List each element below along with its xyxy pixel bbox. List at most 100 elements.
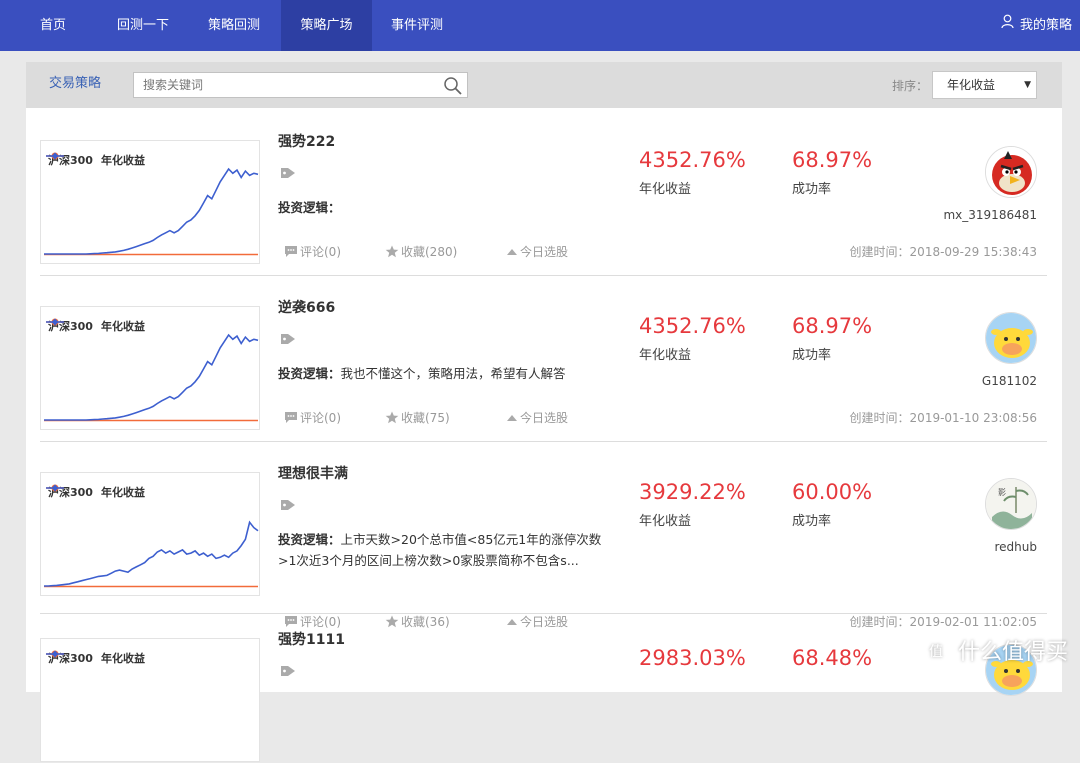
annual-return-line — [44, 520, 259, 587]
annual-return-label: 年化收益 — [639, 182, 692, 197]
today-pick-button[interactable]: 今日选股 — [506, 613, 568, 631]
caret-up-icon — [506, 413, 518, 427]
today-pick-label: 今日选股 — [520, 615, 569, 629]
card-divider — [40, 613, 1047, 614]
nav-event-eval[interactable]: 事件评测 — [391, 0, 443, 51]
annual-return-value: 4352.76% — [639, 314, 746, 338]
comments-label: 评论(0) — [300, 411, 341, 425]
smzdm-logo-icon: 值 — [922, 637, 950, 671]
tag-icon — [280, 332, 296, 349]
star-icon — [385, 615, 399, 631]
nav-backtest-once[interactable]: 回测一下 — [117, 0, 169, 51]
author-name[interactable]: redhub — [995, 540, 1038, 554]
logic-key: 投资逻辑： — [278, 200, 341, 215]
annual-return-value: 3929.22% — [639, 480, 746, 504]
strategy-chart[interactable]: 沪深300 年化收益 — [40, 472, 260, 596]
dropdown-arrow-icon: ▼ — [1024, 80, 1031, 90]
strategy-chart[interactable]: 沪深300 年化收益 — [40, 306, 260, 430]
created-time: 创建时间：2018-09-29 15:38:43 — [849, 245, 1037, 259]
strategy-name[interactable]: 理想很丰满 — [278, 463, 348, 483]
author-name[interactable]: mx_319186481 — [943, 208, 1037, 222]
caret-up-icon — [506, 247, 518, 261]
nav-user-label: 我的策略 — [1019, 18, 1072, 33]
top-nav: 首页 回测一下 策略回测 策略广场 事件评测 我的策略 — [0, 0, 1080, 51]
legend-annual-return: 年化收益 — [100, 486, 145, 499]
search-input[interactable] — [134, 73, 424, 97]
today-pick-button[interactable]: 今日选股 — [506, 243, 568, 261]
chart-legend: 沪深300 年化收益 — [46, 484, 151, 500]
strategy-name[interactable]: 逆袭666 — [278, 297, 335, 317]
favorite-button[interactable]: 收藏(280) — [385, 243, 457, 261]
search-box — [133, 72, 468, 98]
annual-return-line — [44, 167, 259, 255]
trading-strategies-title[interactable]: 交易策略 — [49, 62, 101, 106]
svg-text:影: 影 — [998, 487, 1006, 497]
favorites-label: 收藏(75) — [401, 411, 450, 425]
nav-strategy-backtest[interactable]: 策略回测 — [208, 0, 260, 51]
author-name[interactable]: G181102 — [982, 374, 1037, 388]
card-divider — [40, 441, 1047, 442]
nav-my-strategies[interactable]: 我的策略 — [1001, 0, 1072, 51]
author-avatar[interactable]: 影 — [985, 478, 1037, 530]
logic-key: 投资逻辑： — [278, 532, 341, 547]
watermark: 值 什么值得买 — [922, 634, 1068, 671]
chart-legend: 沪深300 年化收益 — [46, 152, 151, 168]
today-pick-label: 今日选股 — [520, 411, 569, 425]
author-avatar[interactable] — [985, 146, 1037, 198]
comments-label: 评论(0) — [300, 245, 341, 259]
tag-icon — [280, 166, 296, 183]
win-rate-label: 成功率 — [792, 182, 832, 197]
strategy-name[interactable]: 强势1111 — [278, 629, 345, 649]
nav-home[interactable]: 首页 — [40, 0, 66, 51]
star-icon — [385, 411, 399, 427]
legend-annual-return: 年化收益 — [100, 154, 145, 167]
tag-icon — [280, 498, 296, 515]
cartoon-cow-avatar-icon — [986, 313, 1036, 363]
legend-annual-return: 年化收益 — [100, 320, 145, 333]
favorites-label: 收藏(280) — [401, 245, 458, 259]
angry-bird-avatar-icon — [986, 147, 1036, 197]
investment-logic: 投资逻辑：上市天数>20个总市值<85亿元1年的涨停次数>1次近3个月的区间上榜… — [278, 529, 618, 571]
investment-logic: 投资逻辑： — [278, 197, 618, 218]
win-rate-value: 68.48% — [792, 646, 873, 670]
logic-text: 我也不懂这个，策略用法，希望有人解答 — [340, 366, 566, 381]
sort-select[interactable]: 年化收益 ▼ — [932, 71, 1037, 99]
strategy-chart[interactable]: 沪深300 年化收益 — [40, 638, 260, 762]
win-rate-value: 68.97% — [792, 148, 873, 172]
investment-logic: 投资逻辑：我也不懂这个，策略用法，希望有人解答 — [278, 363, 618, 384]
comments-button[interactable]: 评论(0) — [284, 243, 341, 261]
annual-return-value: 2983.03% — [639, 646, 746, 670]
win-rate-value: 60.00% — [792, 480, 873, 504]
comment-icon — [284, 245, 298, 261]
today-pick-button[interactable]: 今日选股 — [506, 409, 568, 427]
svg-text:值: 值 — [929, 644, 943, 660]
sort-label: 排序： — [892, 79, 929, 93]
comments-button[interactable]: 评论(0) — [284, 409, 341, 427]
chart-legend: 沪深300 年化收益 — [46, 318, 151, 334]
author-avatar[interactable] — [985, 312, 1037, 364]
annual-return-label: 年化收益 — [639, 514, 692, 529]
annual-return-value: 4352.76% — [639, 148, 746, 172]
search-icon[interactable] — [443, 76, 463, 99]
win-rate-label: 成功率 — [792, 514, 832, 529]
card-divider — [40, 275, 1047, 276]
annual-return-label: 年化收益 — [639, 348, 692, 363]
comments-label: 评论(0) — [300, 615, 341, 629]
today-pick-label: 今日选股 — [520, 245, 569, 259]
nav-strategy-square[interactable]: 策略广场 — [281, 0, 372, 51]
comment-icon — [284, 411, 298, 427]
favorite-button[interactable]: 收藏(75) — [385, 409, 450, 427]
favorite-button[interactable]: 收藏(36) — [385, 613, 450, 631]
win-rate-label: 成功率 — [792, 348, 832, 363]
sort-value: 年化收益 — [947, 78, 996, 92]
win-rate-value: 68.97% — [792, 314, 873, 338]
created-time: 创建时间：2019-01-10 23:08:56 — [849, 411, 1037, 425]
strategy-name[interactable]: 强势222 — [278, 131, 335, 151]
strategy-chart[interactable]: 沪深300 年化收益 — [40, 140, 260, 264]
legend-annual-return: 年化收益 — [100, 652, 145, 665]
star-icon — [385, 245, 399, 261]
caret-up-icon — [506, 617, 518, 631]
logic-key: 投资逻辑： — [278, 366, 341, 381]
toolbar: 交易策略 排序： 年化收益 ▼ — [26, 62, 1062, 108]
ink-painting-avatar-icon: 影 — [986, 479, 1036, 529]
